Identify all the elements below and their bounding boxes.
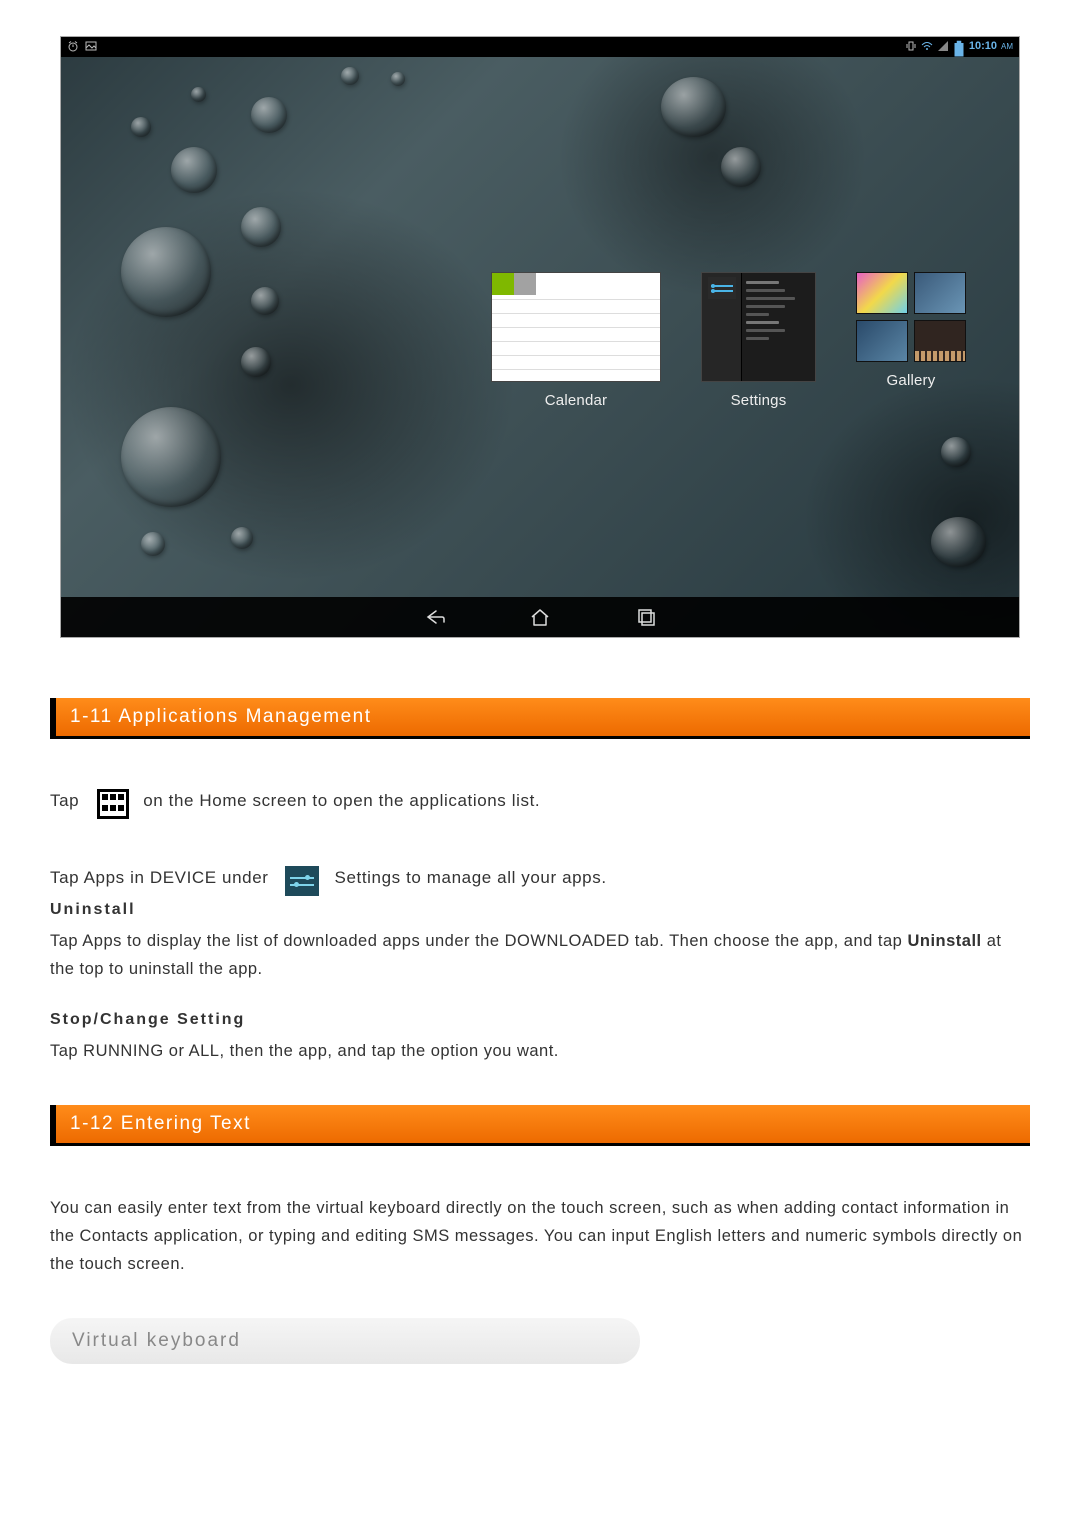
section-1-12-body: You can easily enter text from the virtu…	[50, 1194, 1030, 1278]
gallery-widget[interactable]: Gallery	[856, 272, 966, 389]
calendar-widget[interactable]: Calendar	[491, 272, 661, 409]
uninstall-subhead: Uninstall	[50, 901, 1030, 919]
battery-icon	[953, 40, 965, 52]
signal-icon	[937, 40, 949, 52]
section-1-11-line1: Tap on the Home screen to open the appli…	[50, 787, 1030, 816]
wifi-icon	[921, 40, 933, 52]
uninstall-paragraph: Tap Apps to display the list of download…	[50, 927, 1030, 983]
calendar-widget-preview	[491, 272, 661, 382]
text-tap: Tap	[50, 787, 79, 816]
section-1-11-header: 1-11 Applications Management	[50, 698, 1030, 739]
home-icon[interactable]	[527, 604, 553, 630]
virtual-keyboard-label: Virtual keyboard	[72, 1330, 241, 1351]
calendar-widget-label: Calendar	[545, 392, 607, 409]
settings-widget-label: Settings	[731, 392, 787, 409]
section-1-12-title: 1-12 Entering Text	[70, 1113, 251, 1134]
gallery-widget-label: Gallery	[887, 372, 936, 389]
android-status-bar: 10:10 AM	[61, 37, 1019, 57]
settings-widget[interactable]: Settings	[701, 272, 816, 409]
stop-change-paragraph: Tap RUNNING or ALL, then the app, and ta…	[50, 1037, 1030, 1065]
text-line2a: Tap Apps in DEVICE under	[50, 864, 269, 893]
uninstall-strong: Uninstall	[907, 932, 981, 950]
recent-apps-icon[interactable]	[633, 604, 659, 630]
uninstall-text-a: Tap Apps to display the list of download…	[50, 932, 907, 950]
section-1-12-header: 1-12 Entering Text	[50, 1105, 1030, 1146]
android-nav-bar	[61, 597, 1019, 637]
section-1-11-title: 1-11 Applications Management	[70, 706, 371, 727]
tablet-screenshot: 10:10 AM Calendar	[60, 36, 1020, 638]
back-icon[interactable]	[421, 604, 447, 630]
status-time: 10:10	[969, 40, 997, 52]
virtual-keyboard-pill: Virtual keyboard	[50, 1318, 640, 1364]
vibrate-icon	[905, 40, 917, 52]
apps-grid-icon	[97, 789, 129, 819]
status-ampm: AM	[1001, 42, 1013, 51]
settings-sliders-icon	[285, 866, 319, 896]
text-line1b: on the Home screen to open the applicati…	[143, 787, 540, 816]
gallery-widget-preview	[856, 272, 966, 362]
section-1-11-line2: Tap Apps in DEVICE under Settings to man…	[50, 864, 1030, 893]
settings-widget-preview	[701, 272, 816, 382]
picture-icon	[85, 40, 97, 52]
text-line2b: Settings to manage all your apps.	[335, 864, 607, 893]
stop-change-subhead: Stop/Change Setting	[50, 1011, 1030, 1029]
alarm-icon	[67, 40, 79, 52]
